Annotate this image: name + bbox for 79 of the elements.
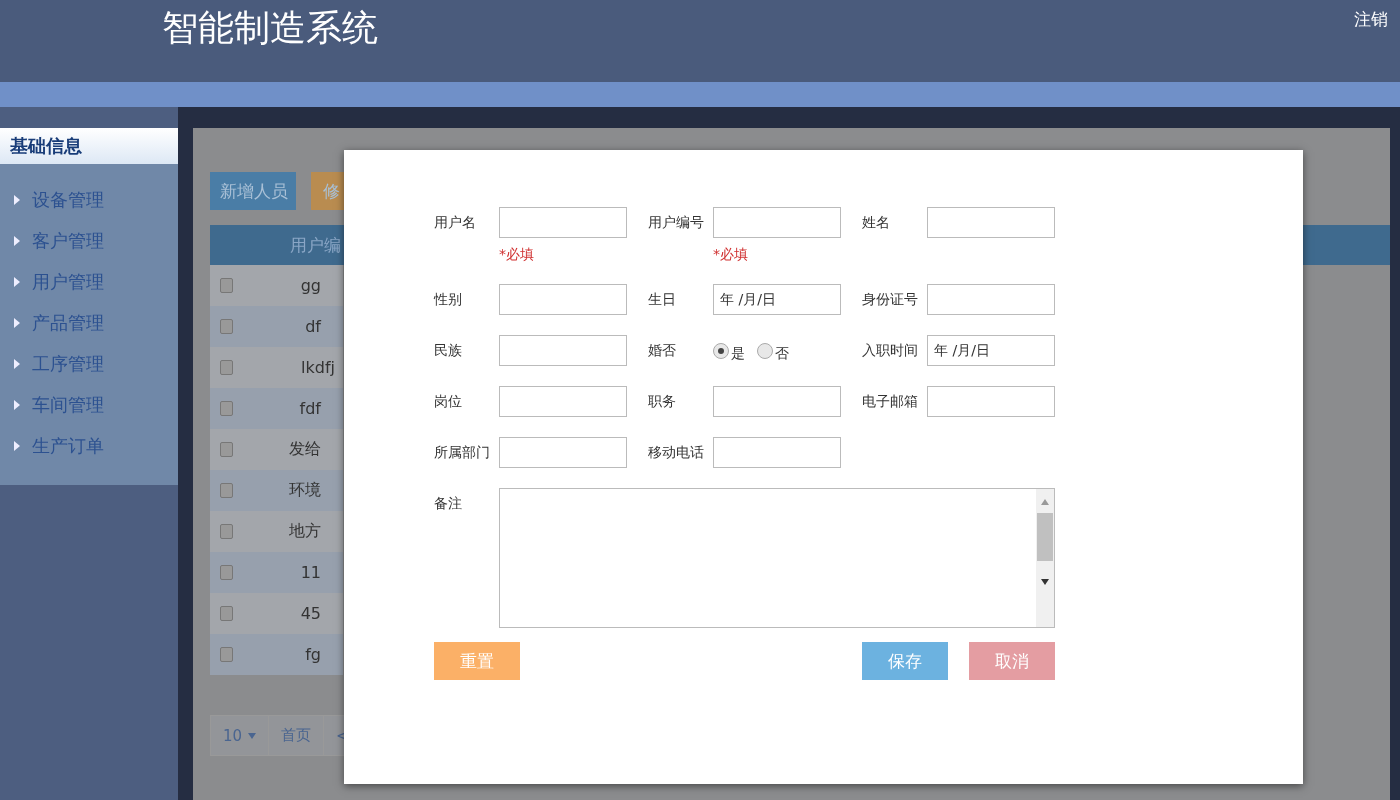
- radio-button[interactable]: [757, 342, 773, 359]
- caret-icon: [14, 235, 20, 246]
- row-checkbox[interactable]: [220, 319, 233, 334]
- field-label: 生日: [648, 290, 677, 309]
- input-field[interactable]: [499, 437, 627, 468]
- row-checkbox[interactable]: [220, 524, 233, 539]
- field-label: 身份证号: [862, 290, 919, 309]
- table-row[interactable]: fdf: [210, 388, 343, 429]
- field-label: 备注: [434, 494, 463, 513]
- caret-icon: [14, 399, 20, 410]
- field-label: 移动电话: [648, 443, 705, 462]
- field-label: 民族: [434, 341, 463, 360]
- date-field[interactable]: 年 /月/日: [927, 335, 1055, 366]
- input-field[interactable]: [499, 386, 627, 417]
- field-label: 性别: [434, 290, 463, 309]
- radio-label: 否: [775, 344, 789, 363]
- field-label: 电子邮箱: [862, 392, 919, 411]
- scroll-up-icon[interactable]: [1041, 499, 1049, 505]
- app-title: 智能制造系统: [162, 6, 378, 50]
- input-field[interactable]: [713, 207, 841, 238]
- table-cell-text: df: [304, 317, 323, 336]
- radio-label: 是: [731, 344, 745, 363]
- required-hint: *必填: [499, 245, 535, 264]
- input-field[interactable]: [713, 386, 841, 417]
- row-checkbox[interactable]: [220, 442, 233, 457]
- field-label: 职务: [648, 392, 677, 411]
- field-label: 入职时间: [862, 341, 919, 360]
- caret-icon: [14, 194, 20, 205]
- radio-button[interactable]: [713, 342, 729, 359]
- input-field[interactable]: [927, 207, 1055, 238]
- sidebar-section-title[interactable]: 基础信息: [0, 128, 178, 164]
- row-checkbox[interactable]: [220, 401, 233, 416]
- scrollbar[interactable]: [1036, 489, 1054, 627]
- date-field[interactable]: 年 /月/日: [713, 284, 841, 315]
- table-row[interactable]: 45: [210, 593, 343, 634]
- table-cell-text: fg: [304, 645, 322, 664]
- table-row[interactable]: 环境: [210, 470, 343, 511]
- input-field[interactable]: [927, 386, 1055, 417]
- row-checkbox[interactable]: [220, 565, 233, 580]
- table-row[interactable]: gg: [210, 265, 343, 306]
- caret-icon: [14, 317, 20, 328]
- table-row[interactable]: fg: [210, 634, 343, 675]
- table-cell-text: lkdfj: [300, 358, 336, 377]
- caret-icon: [14, 276, 20, 287]
- caret-icon: [14, 440, 20, 451]
- table-row[interactable]: lkdfj: [210, 347, 343, 388]
- table-cell-text: 11: [299, 563, 322, 582]
- table-cell-text: gg: [299, 276, 322, 295]
- field-label: 岗位: [434, 392, 463, 411]
- table-cell-text: 45: [299, 604, 322, 623]
- table-cell-text: 地方: [288, 521, 322, 542]
- dropdown-icon: [248, 732, 257, 739]
- input-field[interactable]: [499, 207, 627, 238]
- caret-icon: [14, 358, 20, 369]
- table-cell-text: 环境: [288, 480, 322, 501]
- input-field[interactable]: [927, 284, 1055, 315]
- table-cell-text: fdf: [298, 399, 323, 418]
- required-hint: *必填: [713, 245, 749, 264]
- row-checkbox[interactable]: [220, 360, 233, 375]
- row-checkbox[interactable]: [220, 278, 233, 293]
- table-row[interactable]: 地方: [210, 511, 343, 552]
- scroll-down-icon[interactable]: [1041, 579, 1049, 585]
- table-row[interactable]: df: [210, 306, 343, 347]
- table-cell-text: 发给: [288, 439, 322, 460]
- field-label: 姓名: [862, 213, 891, 232]
- column-header: 用户编: [290, 233, 341, 257]
- field-label: 用户编号: [648, 213, 705, 232]
- input-field[interactable]: [499, 284, 627, 315]
- field-label: 所属部门: [434, 443, 491, 462]
- field-label: 用户名: [434, 213, 477, 232]
- row-checkbox[interactable]: [220, 647, 233, 662]
- row-checkbox[interactable]: [220, 606, 233, 621]
- table-row[interactable]: 11: [210, 552, 343, 593]
- table-row[interactable]: 发给: [210, 429, 343, 470]
- field-label: 婚否: [648, 341, 677, 360]
- input-field[interactable]: [499, 335, 627, 366]
- row-checkbox[interactable]: [220, 483, 233, 498]
- input-field[interactable]: [713, 437, 841, 468]
- logout-link[interactable]: 注销: [1354, 8, 1388, 31]
